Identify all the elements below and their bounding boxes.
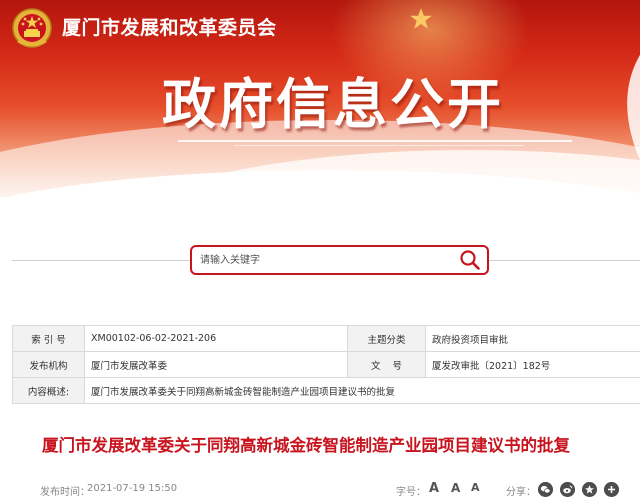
publish-date: 2021-07-19 15:50	[87, 483, 178, 494]
hero-underline	[234, 145, 524, 146]
article-meta-bar: 发布时间： 2021-07-19 15:50 字号： A A A 分享：	[0, 480, 640, 500]
search-input[interactable]	[200, 250, 455, 270]
category-label: 主题分类	[347, 325, 426, 352]
document-info-table: 索 引 号 XM00102-06-02-2021-206 主题分类 政府投资项目…	[12, 325, 640, 404]
divider	[12, 260, 190, 261]
site-name[interactable]: 厦门市发展和改革委员会	[62, 14, 277, 42]
share-label: 分享：	[506, 487, 536, 498]
hero-underline	[178, 140, 572, 142]
publisher-label: 发布机构	[12, 351, 85, 378]
fontsize-label: 字号：	[396, 487, 426, 498]
divider	[489, 260, 640, 261]
index-value: XM00102-06-02-2021-206	[84, 325, 348, 352]
hero-title: 政府信息公开	[162, 73, 504, 136]
publish-label: 发布时间：	[40, 487, 90, 498]
header-banner: 厦门市发展和改革委员会 政府信息公开	[0, 0, 640, 197]
docno-label: 文 号	[347, 351, 426, 378]
national-emblem-icon[interactable]	[10, 7, 54, 51]
summary-value: 厦门市发展改革委关于同翔高新城金砖智能制造产业园项目建议书的批复	[84, 377, 640, 404]
table-row: 索 引 号 XM00102-06-02-2021-206 主题分类 政府投资项目…	[12, 325, 640, 352]
fontsize-medium-button[interactable]: A	[451, 481, 460, 495]
fontsize-large-button[interactable]: A	[429, 481, 439, 496]
index-label: 索 引 号	[12, 325, 85, 352]
search-icon[interactable]	[458, 249, 482, 271]
table-row: 内容概述: 厦门市发展改革委关于同翔高新城金砖智能制造产业园项目建议书的批复	[12, 377, 640, 404]
weibo-icon[interactable]	[560, 482, 575, 497]
summary-label: 内容概述:	[12, 377, 85, 404]
star-icon	[410, 8, 432, 29]
docno-value: 厦发改审批〔2021〕182号	[425, 351, 640, 378]
fontsize-small-button[interactable]: A	[471, 481, 480, 494]
publisher-value: 厦门市发展改革委	[84, 351, 348, 378]
table-row: 发布机构 厦门市发展改革委 文 号 厦发改审批〔2021〕182号	[12, 351, 640, 378]
search-box	[190, 245, 489, 275]
category-value: 政府投资项目审批	[425, 325, 640, 352]
article-title: 厦门市发展改革委关于同翔高新城金砖智能制造产业园项目建议书的批复	[42, 436, 570, 455]
more-share-icon[interactable]	[604, 482, 619, 497]
qzone-icon[interactable]	[582, 482, 597, 497]
wechat-icon[interactable]	[538, 482, 553, 497]
banner-sweep-decoration	[627, 54, 640, 160]
